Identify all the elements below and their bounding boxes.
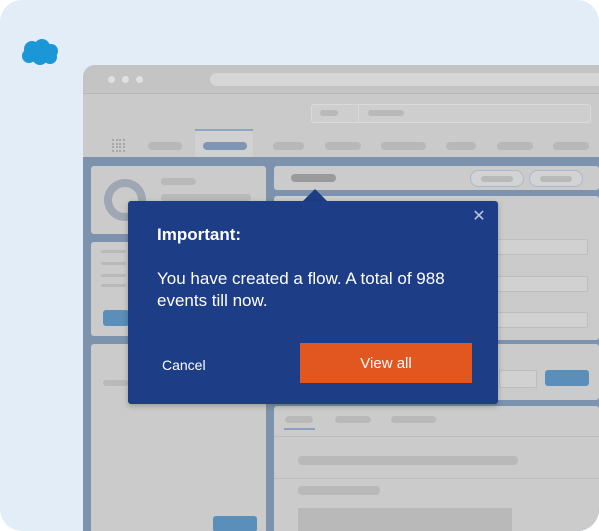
placeholder-line bbox=[298, 486, 380, 495]
action-button[interactable] bbox=[213, 516, 257, 531]
window-titlebar bbox=[83, 65, 599, 94]
feed-tab[interactable] bbox=[391, 416, 436, 423]
placeholder-line bbox=[101, 250, 126, 253]
divider bbox=[274, 436, 599, 437]
placeholder-line bbox=[298, 456, 518, 465]
feed-tab[interactable] bbox=[335, 416, 371, 423]
toolbar-button[interactable] bbox=[470, 170, 524, 187]
nav-tab[interactable] bbox=[446, 142, 476, 150]
nav-tab[interactable] bbox=[381, 142, 426, 150]
nav-tab[interactable] bbox=[497, 142, 533, 150]
window-dot-minimize[interactable] bbox=[122, 76, 129, 83]
view-all-button[interactable]: View all bbox=[300, 343, 472, 383]
popover-message: You have created a flow. A total of 988 … bbox=[157, 269, 455, 310]
popover-heading: Important: bbox=[157, 225, 242, 244]
window-dot-close[interactable] bbox=[108, 76, 115, 83]
search-scope-placeholder bbox=[320, 110, 338, 116]
cancel-button[interactable]: Cancel bbox=[162, 357, 206, 373]
nav-tab[interactable] bbox=[148, 142, 182, 150]
close-icon[interactable]: ✕ bbox=[472, 208, 486, 224]
popover-pointer bbox=[303, 189, 327, 201]
nav-tab[interactable] bbox=[325, 142, 361, 150]
cloud-logo-icon bbox=[22, 39, 58, 65]
placeholder-line bbox=[103, 380, 128, 386]
feed-tab[interactable] bbox=[285, 416, 313, 423]
nav-tab[interactable] bbox=[273, 142, 304, 150]
window-dot-maximize[interactable] bbox=[136, 76, 143, 83]
toolbar-button[interactable] bbox=[529, 170, 583, 187]
app-launcher-icon[interactable] bbox=[112, 139, 125, 152]
placeholder-line bbox=[161, 194, 251, 201]
action-button[interactable] bbox=[545, 370, 589, 386]
form-field[interactable] bbox=[494, 276, 588, 292]
address-bar[interactable] bbox=[210, 73, 599, 86]
form-field[interactable] bbox=[494, 312, 588, 328]
placeholder-line bbox=[161, 178, 196, 185]
global-search[interactable] bbox=[311, 104, 591, 123]
feed-card bbox=[274, 406, 599, 531]
form-field[interactable] bbox=[499, 370, 537, 388]
background-card: ✕ Important: You have created a flow. A … bbox=[0, 0, 599, 531]
placeholder-line bbox=[101, 262, 126, 265]
placeholder-line bbox=[101, 284, 126, 287]
placeholder-line bbox=[291, 174, 336, 182]
nav-tab[interactable] bbox=[553, 142, 589, 150]
placeholder-block bbox=[298, 508, 512, 531]
divider bbox=[274, 478, 599, 479]
nav-tab-label-active bbox=[203, 142, 247, 150]
form-field[interactable] bbox=[494, 239, 588, 255]
placeholder-line bbox=[101, 274, 126, 277]
record-toolbar bbox=[274, 166, 599, 190]
feed-tab-underline bbox=[284, 428, 315, 430]
action-button[interactable] bbox=[103, 310, 129, 326]
search-text-placeholder bbox=[368, 110, 404, 116]
search-divider bbox=[358, 105, 359, 122]
